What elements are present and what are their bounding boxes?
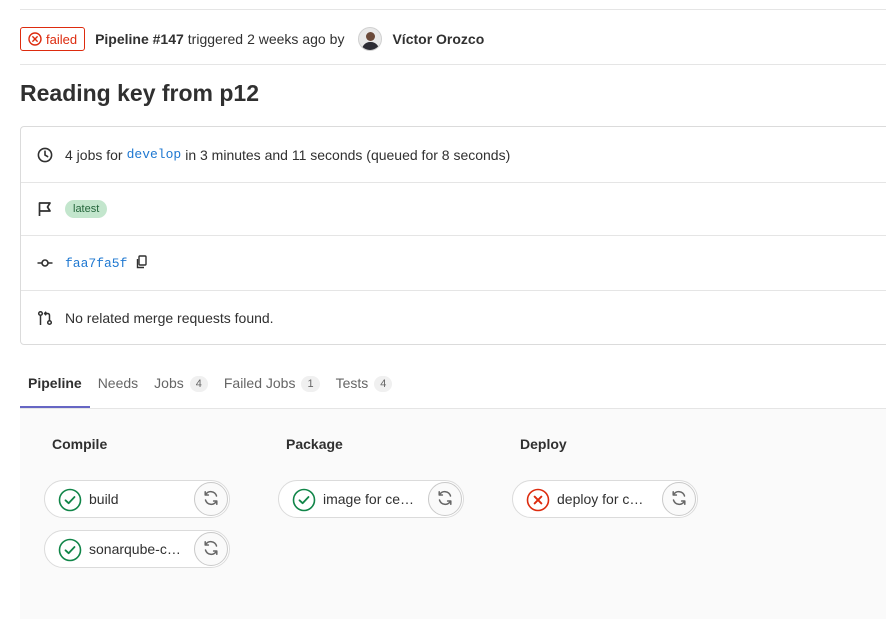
commit-sha-link[interactable]: faa7fa5f [65,256,127,271]
tab-label: Tests [335,375,369,391]
jobs-count: 4 jobs for [65,146,123,163]
merge-requests-row: No related merge requests found. [21,291,886,344]
pipeline-header: failed Pipeline #147 triggered 2 weeks a… [20,25,886,53]
stage-title-package: Package [286,436,343,452]
clock-icon [37,147,53,163]
retry-button[interactable] [428,482,462,516]
pipeline-graph: Compile Package Deploy build sonarqube-c… [20,409,886,619]
jobs-row: 4 jobs for develop in 3 minutes and 11 s… [21,127,886,183]
branch-link[interactable]: develop [127,147,182,162]
retry-button[interactable] [194,482,228,516]
retry-icon [202,539,220,560]
copy-commit-button[interactable] [135,254,149,272]
triggered-text: triggered [187,31,244,47]
tab-failed-jobs[interactable]: Failed Jobs 1 [216,368,328,408]
duration-text: in 3 minutes and 11 seconds (queued for … [185,146,511,163]
commit-icon [37,255,53,271]
success-status-icon [58,538,82,562]
tab-count-badge: 1 [301,376,320,392]
success-status-icon [292,488,316,512]
success-status-icon [58,488,82,512]
tags-row: latest [21,183,886,236]
job-deploy[interactable]: deploy for cer… [512,480,698,518]
retry-icon [670,489,688,510]
retry-button[interactable] [662,482,696,516]
top-divider [20,9,886,10]
tab-count-badge: 4 [189,376,208,392]
job-name: build [89,491,119,507]
copy-icon [135,254,149,272]
merge-request-icon [37,310,53,326]
stage-title-deploy: Deploy [520,436,567,452]
tab-needs[interactable]: Needs [90,368,146,408]
retry-icon [202,489,220,510]
status-label: failed [46,31,78,47]
tab-jobs[interactable]: Jobs 4 [146,368,216,408]
job-name: sonarqube-c… [89,541,181,557]
retry-icon [436,489,454,510]
tab-pipeline[interactable]: Pipeline [20,368,90,408]
job-name: image for cer… [323,491,415,507]
tab-count-badge: 4 [374,376,393,392]
pipeline-id: Pipeline #147 [95,31,184,47]
by-text: by [329,31,345,47]
job-sonarqube[interactable]: sonarqube-c… [44,530,230,568]
merge-requests-text: No related merge requests found. [65,309,274,326]
author-name[interactable]: Víctor Orozco [392,31,484,47]
latest-badge: latest [65,200,108,218]
job-image[interactable]: image for cer… [278,480,464,518]
tab-label: Needs [97,375,139,391]
pipeline-tabs: Pipeline Needs Jobs 4 Failed Jobs 1 Test… [20,368,886,408]
retry-button[interactable] [194,532,228,566]
job-name: deploy for cer… [557,491,649,507]
failed-status-icon [28,32,42,46]
flag-icon [37,201,53,217]
pipeline-summary: Pipeline #147 triggered 2 weeks ago by V… [95,27,484,51]
failed-status-icon [526,488,550,512]
time-ago: 2 weeks ago [247,31,326,47]
stage-title-compile: Compile [52,436,108,452]
commit-row: faa7fa5f [21,236,886,291]
header-divider [20,64,886,65]
tab-label: Failed Jobs [223,375,296,391]
pipeline-info-panel: 4 jobs for develop in 3 minutes and 11 s… [20,126,886,345]
job-build[interactable]: build [44,480,230,518]
status-badge[interactable]: failed [20,27,86,51]
tab-tests[interactable]: Tests 4 [328,368,401,408]
tab-label: Pipeline [28,375,82,391]
avatar[interactable] [358,27,383,51]
tab-label: Jobs [154,375,184,391]
page-title: Reading key from p12 [20,80,260,106]
